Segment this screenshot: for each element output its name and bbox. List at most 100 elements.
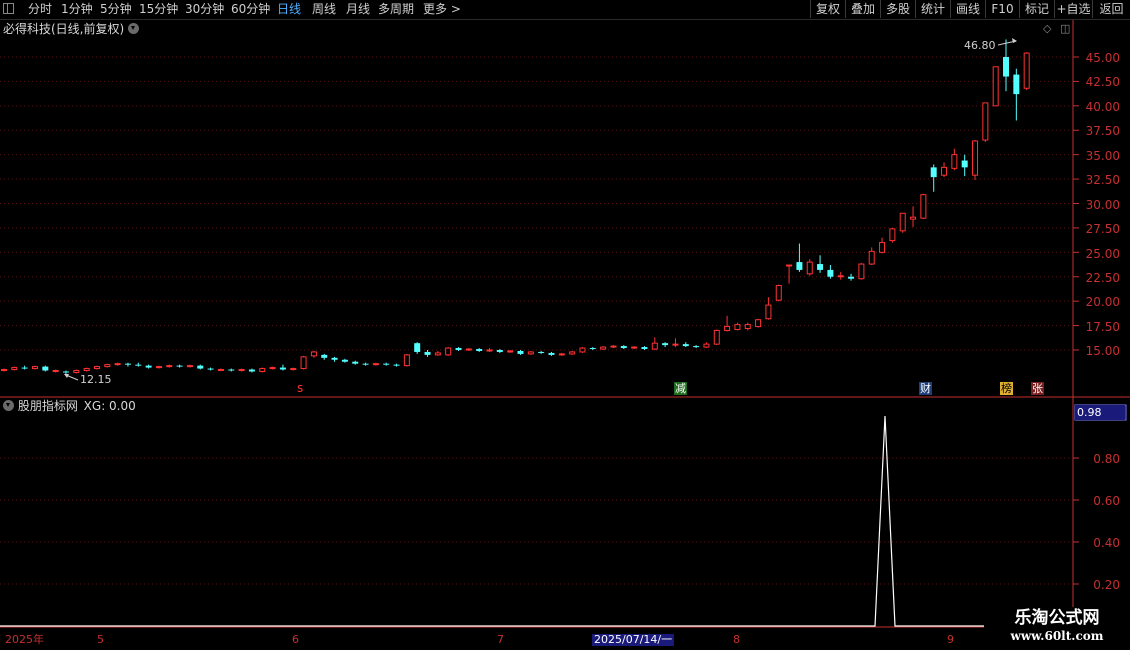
candle-body [724, 326, 731, 331]
candle-body [672, 343, 679, 346]
event-tag-rank[interactable]: 榜 [1000, 382, 1013, 395]
candle-body [476, 349, 483, 351]
stock-title-label: 必得科技(日线,前复权) [3, 22, 125, 36]
candle-body [197, 365, 204, 369]
candle-body [166, 365, 173, 368]
candle-body [910, 216, 917, 220]
candle-body [558, 353, 565, 356]
candle-body [186, 365, 193, 368]
indicator-tick: 0.80 [1093, 452, 1120, 466]
candle-body [1013, 74, 1020, 95]
candle-body [486, 349, 493, 352]
event-tag-limit-up[interactable]: 张 [1031, 382, 1044, 395]
event-tag-s[interactable]: s [296, 382, 304, 395]
candle-body [982, 102, 989, 141]
watermark-name: 乐淘公式网 [1014, 608, 1100, 628]
watermark-logo: 乐淘公式网 www.60lt.com [984, 607, 1130, 650]
candle-body [693, 346, 700, 348]
candle-body [527, 351, 534, 355]
candle-body [217, 369, 224, 372]
chevron-down-icon[interactable] [128, 23, 140, 34]
candle-body [93, 366, 100, 370]
candle-body [600, 346, 607, 350]
high-pointer-arrow [1012, 38, 1017, 43]
candle-body [52, 370, 59, 373]
candle-body [238, 369, 245, 372]
candle-body [331, 357, 338, 360]
candle-body [228, 369, 235, 371]
price-tick: 40.00 [1085, 100, 1120, 114]
stock-title[interactable]: 必得科技(日线,前复权) [3, 22, 140, 36]
candle-body [610, 345, 617, 348]
chevron-down-icon[interactable] [3, 400, 14, 411]
price-tick: 25.00 [1085, 247, 1120, 261]
indicator-current-value: 0.98 [1075, 405, 1125, 420]
candle-body [775, 285, 782, 301]
candle-body [1, 369, 7, 372]
watermark-url: www.60lt.com [1010, 629, 1104, 643]
candle-body [362, 363, 369, 365]
candle-body [755, 319, 762, 328]
date-month: 6 [292, 633, 299, 646]
candle-body [62, 371, 69, 373]
candle-body [145, 365, 152, 368]
candle-body [961, 160, 968, 168]
xg-line [0, 415, 1073, 627]
candle-body [124, 363, 131, 365]
candle-body [879, 242, 886, 253]
candle-body [414, 343, 421, 352]
candles [1, 39, 1030, 375]
xg-signal-line [0, 415, 1073, 627]
candle-body [538, 351, 545, 353]
indicator-header[interactable]: 股朋指标网 XG: 0.00 [3, 399, 136, 413]
candle-body [920, 194, 927, 219]
candle-body [496, 350, 503, 352]
chart-frames [0, 20, 1130, 628]
diamond-icon[interactable]: ◇ [1043, 22, 1051, 36]
candle-body [868, 250, 875, 265]
candle-body [631, 346, 638, 349]
kline-chart[interactable] [0, 0, 1130, 650]
candle-body [393, 364, 400, 366]
price-tick: 42.50 [1085, 75, 1120, 89]
candle-body [589, 348, 596, 350]
candle-body [662, 343, 669, 346]
annotations [64, 38, 1017, 381]
indicator-value: XG: 0.00 [83, 399, 136, 413]
main-grid [0, 56, 1072, 351]
price-tick: 22.50 [1085, 271, 1120, 285]
candle-body [579, 347, 586, 353]
date-month: 8 [733, 633, 740, 646]
candle-body [889, 228, 896, 242]
price-tick: 45.00 [1085, 51, 1120, 65]
price-tick: 30.00 [1085, 198, 1120, 212]
price-tick: 20.00 [1085, 295, 1120, 309]
candle-body [424, 351, 431, 355]
candle-body [403, 354, 410, 367]
price-tick: 15.00 [1085, 344, 1120, 358]
candle-body [42, 366, 49, 371]
candle-body [548, 352, 555, 355]
candle-body [31, 366, 38, 370]
candle-body [21, 367, 28, 369]
panel-toggle-icon[interactable]: ◫ [1060, 22, 1070, 36]
event-tag-finance[interactable]: 财 [919, 382, 932, 395]
candle-body [279, 367, 286, 370]
date-cursor: 2025/07/14/一 [592, 633, 675, 646]
candle-body [941, 166, 948, 176]
event-tag-reduce[interactable]: 减 [674, 382, 687, 395]
candle-body [83, 368, 90, 372]
high-price-label: 46.80 [964, 39, 996, 52]
candle-body [899, 212, 906, 232]
candle-body [290, 368, 297, 371]
candle-body [352, 361, 359, 364]
candle-body [434, 352, 441, 356]
candle-body [248, 369, 255, 372]
candle-body [104, 364, 111, 368]
indicator-tick: 0.40 [1093, 536, 1120, 550]
candle-body [155, 366, 162, 369]
date-month: 7 [497, 633, 504, 646]
candle-body [848, 276, 855, 279]
candle-body [517, 350, 524, 354]
candle-body [703, 343, 710, 348]
